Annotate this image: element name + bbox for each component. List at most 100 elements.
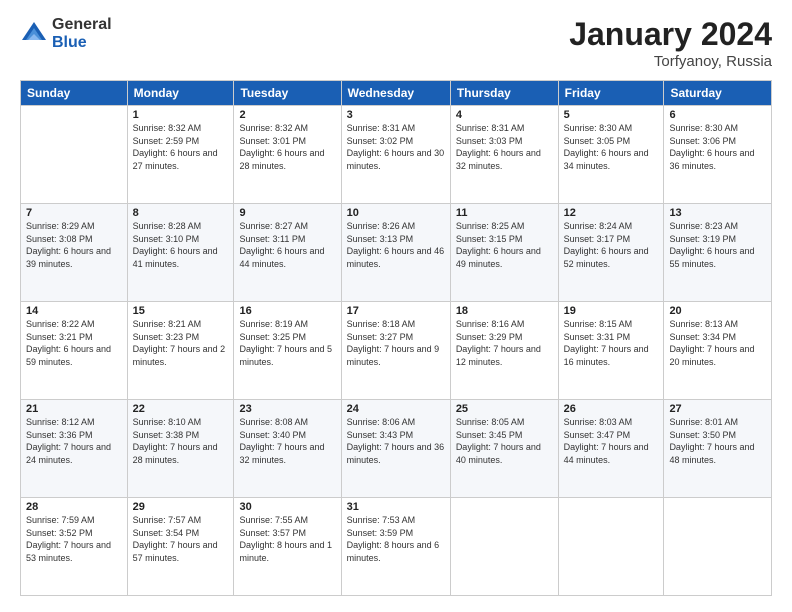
sunset-text: Sunset: 3:03 PM — [456, 136, 523, 146]
daylight-text: Daylight: 6 hours and 52 minutes. — [564, 246, 649, 269]
table-row: 3 Sunrise: 8:31 AM Sunset: 3:02 PM Dayli… — [341, 106, 450, 204]
sunset-text: Sunset: 3:21 PM — [26, 332, 93, 342]
logo-icon — [20, 20, 48, 48]
sunset-text: Sunset: 3:11 PM — [239, 234, 305, 244]
cell-content: Sunrise: 8:26 AM Sunset: 3:13 PM Dayligh… — [347, 220, 445, 270]
table-row: 21 Sunrise: 8:12 AM Sunset: 3:36 PM Dayl… — [21, 400, 128, 498]
sunset-text: Sunset: 3:19 PM — [669, 234, 736, 244]
sunrise-text: Sunrise: 8:16 AM — [456, 319, 525, 329]
table-row: 15 Sunrise: 8:21 AM Sunset: 3:23 PM Dayl… — [127, 302, 234, 400]
sunset-text: Sunset: 3:57 PM — [239, 528, 306, 538]
sunrise-text: Sunrise: 8:05 AM — [456, 417, 525, 427]
cell-content: Sunrise: 7:55 AM Sunset: 3:57 PM Dayligh… — [239, 514, 335, 564]
table-row — [664, 498, 772, 596]
day-number: 14 — [26, 305, 122, 317]
sunset-text: Sunset: 3:01 PM — [239, 136, 306, 146]
table-row: 10 Sunrise: 8:26 AM Sunset: 3:13 PM Dayl… — [341, 204, 450, 302]
daylight-text: Daylight: 6 hours and 49 minutes. — [456, 246, 541, 269]
cell-content: Sunrise: 8:30 AM Sunset: 3:05 PM Dayligh… — [564, 122, 659, 172]
daylight-text: Daylight: 7 hours and 32 minutes. — [239, 442, 324, 465]
cell-content: Sunrise: 8:22 AM Sunset: 3:21 PM Dayligh… — [26, 318, 122, 368]
header-wednesday: Wednesday — [341, 81, 450, 106]
sunset-text: Sunset: 3:43 PM — [347, 430, 414, 440]
sunset-text: Sunset: 3:10 PM — [133, 234, 200, 244]
sunrise-text: Sunrise: 8:31 AM — [347, 123, 416, 133]
sunset-text: Sunset: 3:47 PM — [564, 430, 631, 440]
table-row: 23 Sunrise: 8:08 AM Sunset: 3:40 PM Dayl… — [234, 400, 341, 498]
title-block: January 2024 Torfyanoy, Russia — [569, 16, 772, 70]
cell-content: Sunrise: 8:18 AM Sunset: 3:27 PM Dayligh… — [347, 318, 445, 368]
daylight-text: Daylight: 6 hours and 46 minutes. — [347, 246, 445, 269]
daylight-text: Daylight: 6 hours and 27 minutes. — [133, 148, 218, 171]
cell-content: Sunrise: 8:29 AM Sunset: 3:08 PM Dayligh… — [26, 220, 122, 270]
day-number: 29 — [133, 501, 229, 513]
day-number: 7 — [26, 207, 122, 219]
daylight-text: Daylight: 7 hours and 48 minutes. — [669, 442, 754, 465]
day-number: 15 — [133, 305, 229, 317]
cell-content: Sunrise: 7:57 AM Sunset: 3:54 PM Dayligh… — [133, 514, 229, 564]
cell-content: Sunrise: 8:15 AM Sunset: 3:31 PM Dayligh… — [564, 318, 659, 368]
sunset-text: Sunset: 3:52 PM — [26, 528, 93, 538]
cell-content: Sunrise: 8:21 AM Sunset: 3:23 PM Dayligh… — [133, 318, 229, 368]
table-row: 19 Sunrise: 8:15 AM Sunset: 3:31 PM Dayl… — [558, 302, 664, 400]
calendar-row: 7 Sunrise: 8:29 AM Sunset: 3:08 PM Dayli… — [21, 204, 772, 302]
daylight-text: Daylight: 6 hours and 28 minutes. — [239, 148, 324, 171]
sunrise-text: Sunrise: 8:06 AM — [347, 417, 416, 427]
sunrise-text: Sunrise: 8:32 AM — [239, 123, 308, 133]
weekday-header-row: Sunday Monday Tuesday Wednesday Thursday… — [21, 81, 772, 106]
daylight-text: Daylight: 7 hours and 57 minutes. — [133, 540, 218, 563]
day-number: 23 — [239, 403, 335, 415]
sunrise-text: Sunrise: 8:12 AM — [26, 417, 95, 427]
sunrise-text: Sunrise: 8:23 AM — [669, 221, 738, 231]
table-row: 12 Sunrise: 8:24 AM Sunset: 3:17 PM Dayl… — [558, 204, 664, 302]
sunrise-text: Sunrise: 7:53 AM — [347, 515, 416, 525]
daylight-text: Daylight: 7 hours and 44 minutes. — [564, 442, 649, 465]
sunset-text: Sunset: 3:29 PM — [456, 332, 523, 342]
daylight-text: Daylight: 8 hours and 1 minute. — [239, 540, 332, 563]
sunrise-text: Sunrise: 8:08 AM — [239, 417, 308, 427]
table-row: 16 Sunrise: 8:19 AM Sunset: 3:25 PM Dayl… — [234, 302, 341, 400]
table-row: 9 Sunrise: 8:27 AM Sunset: 3:11 PM Dayli… — [234, 204, 341, 302]
cell-content: Sunrise: 8:24 AM Sunset: 3:17 PM Dayligh… — [564, 220, 659, 270]
day-number: 3 — [347, 109, 445, 121]
daylight-text: Daylight: 7 hours and 40 minutes. — [456, 442, 541, 465]
daylight-text: Daylight: 6 hours and 44 minutes. — [239, 246, 324, 269]
calendar-row: 14 Sunrise: 8:22 AM Sunset: 3:21 PM Dayl… — [21, 302, 772, 400]
day-number: 5 — [564, 109, 659, 121]
day-number: 16 — [239, 305, 335, 317]
day-number: 22 — [133, 403, 229, 415]
cell-content: Sunrise: 8:31 AM Sunset: 3:03 PM Dayligh… — [456, 122, 553, 172]
sunset-text: Sunset: 3:02 PM — [347, 136, 414, 146]
daylight-text: Daylight: 7 hours and 53 minutes. — [26, 540, 111, 563]
calendar-row: 21 Sunrise: 8:12 AM Sunset: 3:36 PM Dayl… — [21, 400, 772, 498]
cell-content: Sunrise: 8:32 AM Sunset: 3:01 PM Dayligh… — [239, 122, 335, 172]
daylight-text: Daylight: 7 hours and 2 minutes. — [133, 344, 226, 367]
sunset-text: Sunset: 3:05 PM — [564, 136, 631, 146]
day-number: 25 — [456, 403, 553, 415]
table-row — [21, 106, 128, 204]
table-row: 4 Sunrise: 8:31 AM Sunset: 3:03 PM Dayli… — [450, 106, 558, 204]
daylight-text: Daylight: 7 hours and 36 minutes. — [347, 442, 445, 465]
sunset-text: Sunset: 3:17 PM — [564, 234, 631, 244]
sunset-text: Sunset: 3:27 PM — [347, 332, 414, 342]
cell-content: Sunrise: 8:23 AM Sunset: 3:19 PM Dayligh… — [669, 220, 766, 270]
sunset-text: Sunset: 3:50 PM — [669, 430, 736, 440]
day-number: 10 — [347, 207, 445, 219]
cell-content: Sunrise: 8:03 AM Sunset: 3:47 PM Dayligh… — [564, 416, 659, 466]
sunset-text: Sunset: 3:25 PM — [239, 332, 306, 342]
cell-content: Sunrise: 8:25 AM Sunset: 3:15 PM Dayligh… — [456, 220, 553, 270]
cell-content: Sunrise: 8:28 AM Sunset: 3:10 PM Dayligh… — [133, 220, 229, 270]
day-number: 31 — [347, 501, 445, 513]
daylight-text: Daylight: 7 hours and 9 minutes. — [347, 344, 440, 367]
day-number: 24 — [347, 403, 445, 415]
table-row: 14 Sunrise: 8:22 AM Sunset: 3:21 PM Dayl… — [21, 302, 128, 400]
sunset-text: Sunset: 2:59 PM — [133, 136, 200, 146]
table-row: 22 Sunrise: 8:10 AM Sunset: 3:38 PM Dayl… — [127, 400, 234, 498]
logo-general-text: General — [52, 16, 112, 34]
header-thursday: Thursday — [450, 81, 558, 106]
day-number: 28 — [26, 501, 122, 513]
daylight-text: Daylight: 7 hours and 5 minutes. — [239, 344, 332, 367]
day-number: 6 — [669, 109, 766, 121]
sunrise-text: Sunrise: 8:30 AM — [669, 123, 738, 133]
table-row: 18 Sunrise: 8:16 AM Sunset: 3:29 PM Dayl… — [450, 302, 558, 400]
